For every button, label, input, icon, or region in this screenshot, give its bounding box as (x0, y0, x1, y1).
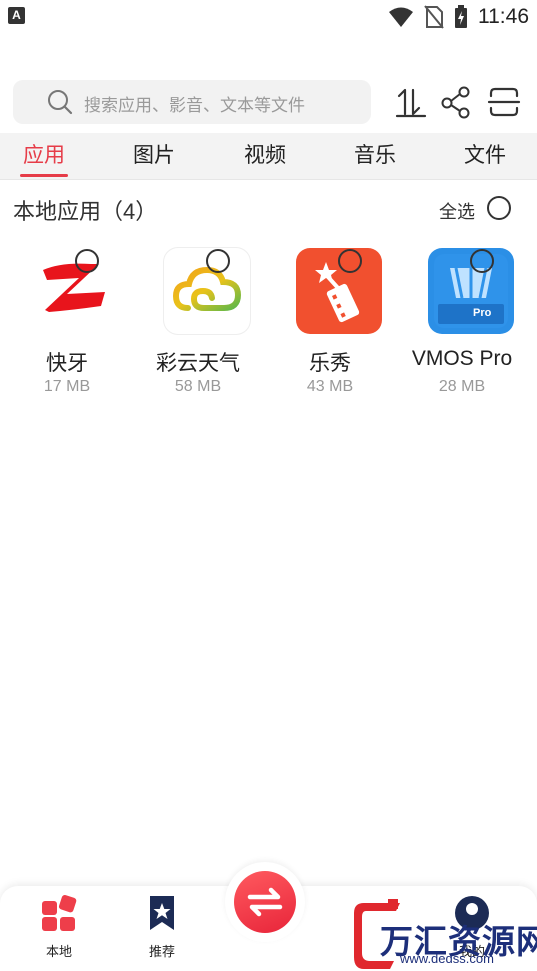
watermark: 万汇资源网 www.dedss.com (350, 895, 537, 971)
category-tabs: 应用 图片 视频 音乐 文件 (0, 133, 537, 180)
search-icon (48, 90, 73, 115)
bookmark-star-icon (150, 896, 174, 930)
app-name: 快牙 (46, 352, 88, 375)
app-size: 58 MB (174, 378, 222, 395)
transfer-button[interactable] (234, 871, 296, 933)
tab-music[interactable]: 音乐 (320, 133, 430, 179)
no-sim-icon (424, 5, 444, 29)
a-notification-icon: A (8, 7, 25, 24)
app-select-checkbox[interactable] (338, 249, 362, 273)
app-item-lexiu[interactable]: 乐秀 43 MB (265, 248, 395, 408)
search-input[interactable]: 搜索应用、影音、文本等文件 (13, 80, 371, 124)
app-size: 28 MB (438, 378, 486, 395)
app-item-vmos-pro[interactable]: Pro VMOS Pro 28 MB (397, 248, 527, 408)
active-tab-indicator (20, 174, 68, 177)
nav-local[interactable]: 本地 (19, 894, 99, 960)
tab-apps[interactable]: 应用 (0, 133, 99, 179)
app-name: VMOS Pro (411, 347, 513, 370)
app-select-checkbox[interactable] (470, 249, 494, 273)
vmos-pro-badge-text: Pro (473, 307, 492, 319)
transfer-arrows-icon (247, 887, 283, 917)
app-name: 乐秀 (309, 352, 351, 375)
share-icon (441, 86, 470, 119)
app-item-caiyun[interactable]: 彩云天气 58 MB (133, 248, 263, 408)
tab-images[interactable]: 图片 (99, 133, 209, 179)
sort-icon (395, 88, 427, 118)
scan-button[interactable] (486, 84, 522, 120)
select-all-label[interactable]: 全选 (439, 198, 475, 224)
transfer-fab-wrapper (225, 862, 305, 942)
tab-videos[interactable]: 视频 (210, 133, 320, 179)
nav-recommend[interactable]: 推荐 (122, 894, 202, 960)
app-select-checkbox[interactable] (75, 249, 99, 273)
nav-local-label: 本地 (45, 944, 72, 959)
tab-files[interactable]: 文件 (430, 133, 537, 179)
select-all-checkbox[interactable] (487, 196, 511, 220)
search-row: 搜索应用、影音、文本等文件 (0, 80, 537, 126)
watermark-url: www.dedss.com (400, 951, 494, 966)
app-size: 43 MB (306, 378, 354, 395)
app-name: 彩云天气 (156, 352, 240, 375)
scan-icon (487, 87, 521, 117)
sort-button[interactable] (393, 84, 429, 120)
status-bar: A 11:46 (0, 0, 537, 36)
search-placeholder: 搜索应用、影音、文本等文件 (84, 96, 305, 115)
app-item-kuaiya[interactable]: 快牙 17 MB (2, 248, 132, 408)
battery-charging-icon (455, 5, 467, 28)
app-size: 17 MB (43, 378, 91, 395)
local-apps-icon (42, 895, 77, 931)
app-select-checkbox[interactable] (206, 249, 230, 273)
wifi-icon (389, 7, 413, 27)
share-button[interactable] (438, 84, 474, 120)
nav-recommend-label: 推荐 (148, 944, 175, 959)
section-title: 本地应用（4） (13, 199, 158, 224)
clock: 11:46 (478, 5, 529, 28)
